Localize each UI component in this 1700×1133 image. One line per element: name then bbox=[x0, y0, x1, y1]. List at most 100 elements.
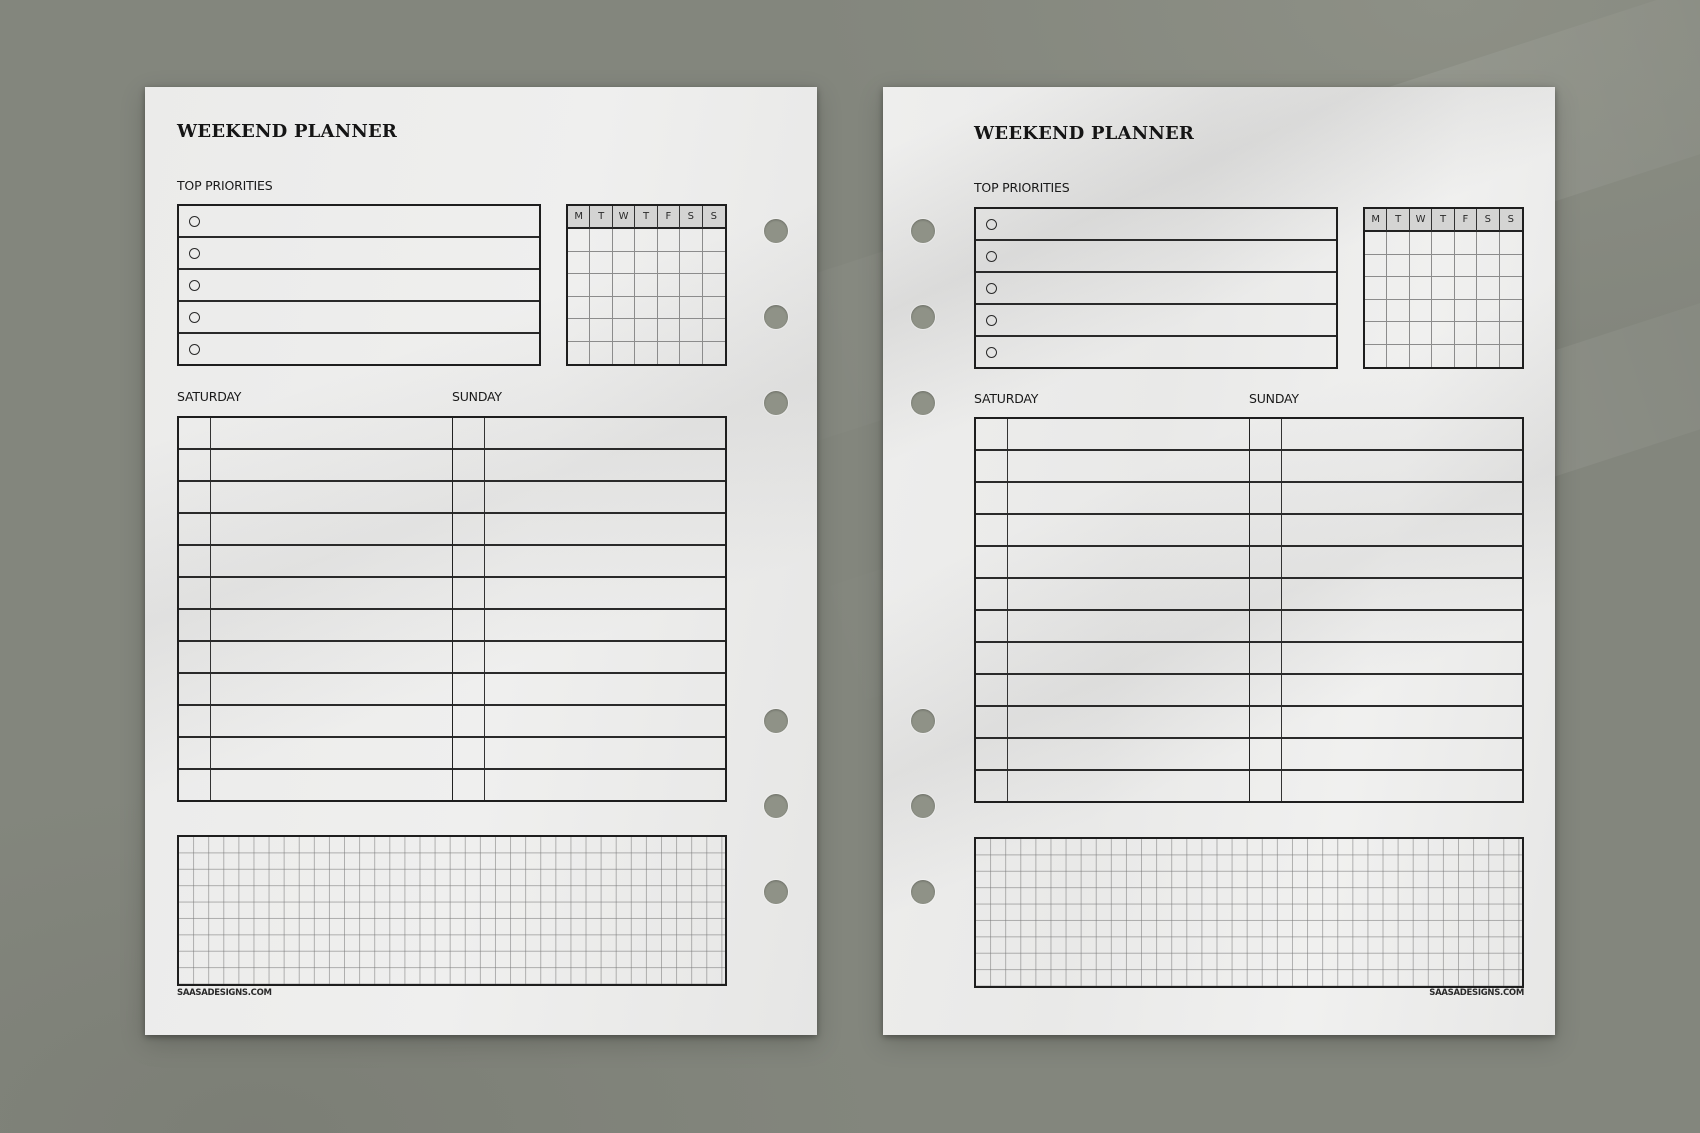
calendar-cell[interactable] bbox=[635, 341, 658, 364]
calendar-cell[interactable] bbox=[568, 296, 591, 319]
task-cell[interactable] bbox=[211, 706, 452, 736]
calendar-cell[interactable] bbox=[1477, 322, 1500, 345]
task-cell[interactable] bbox=[1282, 643, 1523, 673]
time-slot-cell[interactable] bbox=[976, 451, 1008, 481]
calendar-cell[interactable] bbox=[635, 319, 658, 342]
calendar-cell[interactable] bbox=[1500, 345, 1522, 368]
calendar-cell[interactable] bbox=[635, 251, 658, 274]
time-slot-cell[interactable] bbox=[976, 579, 1008, 609]
time-slot-cell[interactable] bbox=[179, 482, 211, 512]
calendar-cell[interactable] bbox=[635, 274, 658, 297]
calendar-cell[interactable] bbox=[680, 229, 703, 252]
time-slot-cell[interactable] bbox=[1250, 547, 1282, 577]
calendar-cell[interactable] bbox=[635, 296, 658, 319]
calendar-cell[interactable] bbox=[590, 229, 613, 252]
time-slot-cell[interactable] bbox=[1250, 771, 1282, 801]
priority-item[interactable] bbox=[179, 238, 539, 270]
time-slot-cell[interactable] bbox=[179, 770, 211, 800]
time-slot-cell[interactable] bbox=[453, 674, 485, 704]
calendar-cell[interactable] bbox=[680, 274, 703, 297]
priority-item[interactable] bbox=[976, 209, 1336, 241]
calendar-cell[interactable] bbox=[1365, 232, 1388, 255]
task-cell[interactable] bbox=[1282, 771, 1523, 801]
time-slot-cell[interactable] bbox=[453, 642, 485, 672]
calendar-cell[interactable] bbox=[1387, 277, 1410, 300]
task-cell[interactable] bbox=[485, 482, 726, 512]
task-cell[interactable] bbox=[1008, 707, 1249, 737]
calendar-cell[interactable] bbox=[612, 296, 636, 319]
task-cell[interactable] bbox=[1008, 547, 1249, 577]
calendar-cell[interactable] bbox=[1454, 254, 1478, 277]
calendar-cell[interactable] bbox=[612, 319, 636, 342]
task-cell[interactable] bbox=[485, 738, 726, 768]
priority-item[interactable] bbox=[179, 334, 539, 364]
calendar-cell[interactable] bbox=[680, 319, 703, 342]
priority-item[interactable] bbox=[976, 241, 1336, 273]
task-cell[interactable] bbox=[1282, 739, 1523, 769]
circle-checkbox-icon[interactable] bbox=[189, 247, 200, 259]
time-slot-cell[interactable] bbox=[453, 418, 485, 448]
task-cell[interactable] bbox=[1282, 451, 1523, 481]
circle-checkbox-icon[interactable] bbox=[189, 279, 200, 291]
task-cell[interactable] bbox=[211, 674, 452, 704]
circle-checkbox-icon[interactable] bbox=[986, 250, 997, 262]
priority-item[interactable] bbox=[179, 270, 539, 302]
calendar-cell[interactable] bbox=[1455, 344, 1478, 367]
calendar-cell[interactable] bbox=[1365, 322, 1388, 345]
calendar-cell[interactable] bbox=[1432, 232, 1455, 255]
calendar-cell[interactable] bbox=[1477, 277, 1500, 300]
time-slot-cell[interactable] bbox=[453, 450, 485, 480]
calendar-cell[interactable] bbox=[702, 274, 725, 297]
calendar-cell[interactable] bbox=[1432, 299, 1455, 322]
time-slot-cell[interactable] bbox=[976, 419, 1008, 449]
priority-item[interactable] bbox=[976, 337, 1336, 367]
priority-item[interactable] bbox=[179, 206, 539, 238]
task-cell[interactable] bbox=[1008, 451, 1249, 481]
time-slot-cell[interactable] bbox=[179, 578, 211, 608]
calendar-cell[interactable] bbox=[1409, 232, 1433, 255]
calendar-cell[interactable] bbox=[613, 341, 636, 364]
calendar-cell[interactable] bbox=[568, 319, 591, 342]
time-slot-cell[interactable] bbox=[1250, 739, 1282, 769]
task-cell[interactable] bbox=[211, 482, 452, 512]
task-cell[interactable] bbox=[485, 610, 726, 640]
calendar-cell[interactable] bbox=[680, 341, 703, 364]
circle-checkbox-icon[interactable] bbox=[986, 314, 997, 326]
calendar-cell[interactable] bbox=[568, 251, 591, 274]
task-cell[interactable] bbox=[485, 514, 726, 544]
calendar-cell[interactable] bbox=[568, 341, 591, 364]
time-slot-cell[interactable] bbox=[1250, 675, 1282, 705]
circle-checkbox-icon[interactable] bbox=[189, 311, 200, 323]
calendar-cell[interactable] bbox=[1432, 344, 1455, 367]
task-cell[interactable] bbox=[1282, 419, 1523, 449]
calendar-cell[interactable] bbox=[1454, 277, 1478, 300]
calendar-cell[interactable] bbox=[1499, 322, 1522, 345]
time-slot-cell[interactable] bbox=[179, 674, 211, 704]
time-slot-cell[interactable] bbox=[453, 578, 485, 608]
calendar-cell[interactable] bbox=[1387, 232, 1410, 255]
calendar-cell[interactable] bbox=[568, 229, 591, 252]
task-cell[interactable] bbox=[485, 642, 726, 672]
calendar-cell[interactable] bbox=[1499, 232, 1522, 255]
calendar-cell[interactable] bbox=[590, 341, 613, 364]
calendar-cell[interactable] bbox=[590, 296, 613, 319]
calendar-cell[interactable] bbox=[1454, 232, 1478, 255]
calendar-cell[interactable] bbox=[1477, 232, 1500, 255]
calendar-cell[interactable] bbox=[680, 251, 703, 274]
calendar-cell[interactable] bbox=[657, 296, 681, 319]
calendar-cell[interactable] bbox=[702, 319, 725, 342]
task-cell[interactable] bbox=[1008, 419, 1249, 449]
task-cell[interactable] bbox=[211, 610, 452, 640]
calendar-cell[interactable] bbox=[702, 252, 725, 274]
time-slot-cell[interactable] bbox=[179, 450, 211, 480]
time-slot-cell[interactable] bbox=[179, 738, 211, 768]
calendar-cell[interactable] bbox=[657, 319, 681, 342]
task-cell[interactable] bbox=[1282, 707, 1523, 737]
calendar-cell[interactable] bbox=[1499, 255, 1522, 277]
task-cell[interactable] bbox=[211, 770, 452, 800]
task-cell[interactable] bbox=[1282, 547, 1523, 577]
task-cell[interactable] bbox=[1282, 675, 1523, 705]
time-slot-cell[interactable] bbox=[179, 418, 211, 448]
calendar-cell[interactable] bbox=[612, 274, 636, 297]
task-cell[interactable] bbox=[485, 706, 726, 736]
